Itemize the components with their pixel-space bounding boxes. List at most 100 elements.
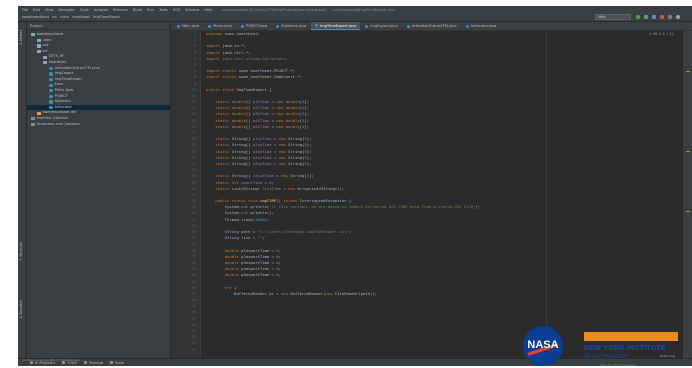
code-editor[interactable]: package swan.heartbeat; import java.io.*… xyxy=(202,31,682,358)
project-structure-icon[interactable] xyxy=(668,15,672,19)
code-token: InterruptedException { xyxy=(299,198,352,204)
java-class-icon xyxy=(49,83,53,87)
warning-marker[interactable] xyxy=(686,211,690,213)
run-config-select[interactable]: Main xyxy=(595,14,631,20)
editor-tab[interactable]: ImgExport.java xyxy=(361,22,401,30)
code-token: java.util.*; xyxy=(222,49,251,55)
menu-item-tools[interactable]: Tools xyxy=(159,8,168,12)
code-token: double xyxy=(224,253,242,259)
line-number[interactable]: 52 xyxy=(171,347,200,353)
code-token: double xyxy=(224,247,242,253)
code-token: String[ xyxy=(288,142,305,148)
code-token: listTime xyxy=(262,185,281,191)
menu-item-navigate[interactable]: Navigate xyxy=(59,8,75,12)
menu-item-refactor[interactable]: Refactor xyxy=(113,8,128,12)
code-token: double xyxy=(224,266,242,272)
code-token: "In this section, we are going to import… xyxy=(269,204,476,210)
project-tool-tab[interactable]: 1: Project xyxy=(19,30,23,45)
code-token: p5exportTime = xyxy=(241,272,277,278)
code-token: p2xyTime xyxy=(252,142,272,148)
caret-position[interactable]: 76:1 LF UTF-8 4 spaces xyxy=(600,363,635,367)
code-token: .println( xyxy=(248,204,270,210)
code-token: new xyxy=(278,148,289,154)
menu-item-vcs[interactable]: VCS xyxy=(173,8,180,12)
favorites-tool-tab[interactable]: 2: Favorites xyxy=(19,300,23,319)
editor-tab[interactable]: Main.java xyxy=(173,22,203,30)
run-icon[interactable] xyxy=(636,15,640,19)
code-token: double xyxy=(224,272,242,278)
code-token: { xyxy=(234,284,237,290)
code-token: = xyxy=(271,148,279,154)
breadcrumb-item[interactable]: heartbeat xyxy=(72,15,90,19)
structure-tool-tab[interactable]: 7: Structure xyxy=(19,242,23,261)
nasa-logo: NASA xyxy=(523,326,563,366)
project-tree-node[interactable]: Scratches and Consoles xyxy=(27,122,170,128)
code-token: public class xyxy=(206,86,237,92)
code-token: ); xyxy=(475,204,481,210)
warning-marker[interactable] xyxy=(686,151,690,153)
code-token: = xyxy=(273,173,281,179)
code-token: ); xyxy=(264,216,270,222)
menu-item-analyze[interactable]: Analyze xyxy=(94,8,108,12)
menu-item-view[interactable]: View xyxy=(45,8,54,12)
code-token: ]; xyxy=(306,160,312,166)
java-class-icon xyxy=(49,100,53,104)
code-token: = xyxy=(271,136,279,142)
editor-tab[interactable]: ImgTimeExport.java xyxy=(311,22,361,30)
menu-item-build[interactable]: Build xyxy=(133,8,142,12)
code-token: [] xyxy=(245,117,253,123)
menu-item-file[interactable]: File xyxy=(22,8,28,12)
bottom-tool-terminal[interactable]: Terminal xyxy=(84,361,103,365)
java-class-icon xyxy=(208,24,212,28)
menu-item-run[interactable]: Run xyxy=(147,8,154,12)
breadcrumb-item[interactable]: src xyxy=(52,15,57,19)
code-token: new double xyxy=(276,117,300,123)
editor-tab[interactable]: txtlocator.java xyxy=(462,22,501,30)
code-line[interactable]: BufferedReader br = new BufferedReader(n… xyxy=(206,291,480,297)
menu-item-edit[interactable]: Edit xyxy=(33,8,40,12)
code-token: System. xyxy=(206,204,242,210)
menu-item-window[interactable]: Window xyxy=(185,8,199,12)
breadcrumb-item[interactable]: main xyxy=(60,15,69,19)
menu-item-help[interactable]: Help xyxy=(204,8,212,12)
java-class-icon xyxy=(49,89,53,93)
breadcrumb: swanheartbeat src main heartbeat ImgTimeExpo… xyxy=(22,15,123,19)
breadcrumb-item[interactable]: swanheartbeat xyxy=(22,15,49,19)
code-token: p4exportTime = xyxy=(241,266,277,272)
editor-tab[interactable]: POJECT.java xyxy=(237,22,271,30)
code-token: 1000 xyxy=(255,216,265,222)
java-class-icon xyxy=(49,77,53,82)
project-panel-title[interactable]: Project xyxy=(30,23,43,28)
coverage-icon[interactable] xyxy=(652,15,656,19)
project-tree-label: src xyxy=(42,48,48,53)
code-token: ArrayList<String>(); xyxy=(297,185,345,191)
search-icon[interactable] xyxy=(676,15,680,19)
code-token: String[ xyxy=(288,148,305,154)
java-class-icon xyxy=(406,24,410,28)
code-token: new double xyxy=(276,123,300,129)
stop-icon[interactable] xyxy=(660,15,664,19)
code-token: String[ xyxy=(288,136,305,142)
editor-tab[interactable]: Menu.java xyxy=(204,22,236,30)
code-token: imgTIME xyxy=(259,198,277,204)
inspection-widget[interactable]: ⚠ 96 ⚠ 2 ✓ 11 xyxy=(649,32,674,36)
editor-tab[interactable]: ActivationExtractTEI.java xyxy=(403,22,461,30)
code-token: import xyxy=(206,43,223,49)
code-content[interactable]: package swan.heartbeat; import java.io.*… xyxy=(206,31,480,297)
editor-tab-label: Statistics.java xyxy=(281,24,307,28)
event-log-button[interactable]: Event Log xyxy=(660,354,675,358)
java-class-icon xyxy=(240,24,244,28)
editor-tab[interactable]: Statistics.java xyxy=(272,22,310,30)
code-token: new double xyxy=(276,99,300,105)
code-token: double xyxy=(224,259,242,265)
breadcrumb-item[interactable]: ImgTimeExport xyxy=(93,15,120,19)
bottom-tool-build[interactable]: Build xyxy=(110,361,124,365)
warning-marker[interactable] xyxy=(686,71,690,73)
toolbar-actions: Main xyxy=(595,14,684,20)
editor-tab-label: ImgExport.java xyxy=(370,24,398,28)
menu-item-code[interactable]: Code xyxy=(80,8,89,12)
debug-icon[interactable] xyxy=(644,15,648,19)
